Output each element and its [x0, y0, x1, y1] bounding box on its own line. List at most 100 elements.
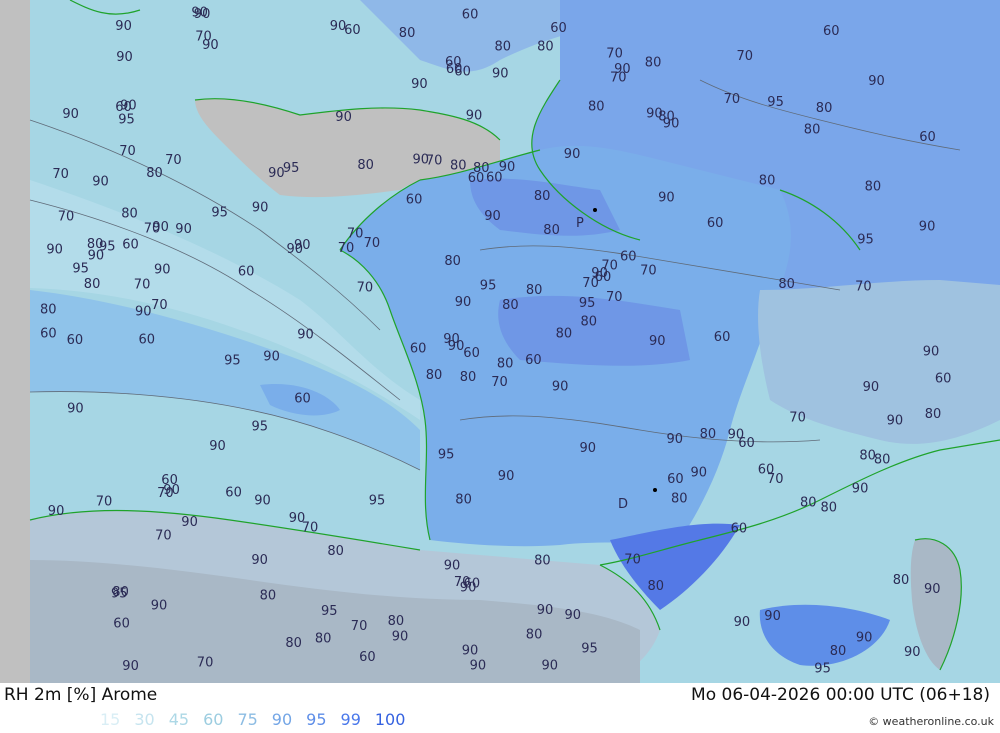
contour-label: 60 — [707, 216, 724, 231]
contour-label: 80 — [526, 283, 543, 298]
map-title: RH 2m [%] Arome — [4, 685, 158, 705]
contour-label: 80 — [285, 636, 302, 651]
contour-label: 60 — [446, 62, 463, 77]
contour-label: 80 — [399, 26, 416, 41]
contour-label: 90 — [470, 659, 487, 674]
contour-label: 80 — [497, 357, 514, 372]
contour-label: 90 — [565, 608, 582, 623]
contour-label: 90 — [663, 116, 680, 131]
contour-label: 95 — [579, 296, 596, 311]
contour-label: 90 — [297, 327, 314, 342]
contour-label: 90 — [852, 481, 869, 496]
contour-label: 60 — [161, 473, 178, 488]
contour-label: 80 — [648, 579, 665, 594]
contour-label: 80 — [556, 327, 573, 342]
contour-label: 80 — [816, 101, 833, 116]
contour-label: 80 — [534, 189, 551, 204]
legend-value: 60 — [203, 710, 224, 729]
contour-label: 90 — [537, 603, 554, 618]
contour-label: 90 — [466, 108, 483, 123]
contour-label: 90 — [462, 643, 479, 658]
contour-label: 90 — [181, 515, 198, 530]
contour-label: 95 — [111, 587, 128, 602]
contour-label: 95 — [72, 262, 89, 277]
contour-label: 80 — [450, 159, 467, 174]
contour-label: 90 — [455, 295, 472, 310]
contour-label: 90 — [863, 380, 880, 395]
contour-label: 60 — [620, 250, 637, 265]
contour-label: 90 — [924, 582, 941, 597]
contour-label: 90 — [209, 439, 226, 454]
contour-label: 70 — [601, 259, 618, 274]
contour-label: 70 — [737, 49, 754, 64]
contour-label: 80 — [671, 492, 688, 507]
contour-label: 60 — [40, 327, 57, 342]
contour-label: 95 — [283, 161, 300, 176]
contour-label: 90 — [919, 220, 936, 235]
contour-label: 80 — [315, 631, 332, 646]
contour-label: 80 — [357, 158, 374, 173]
contour-label: 60 — [731, 521, 748, 536]
contour-label: 95 — [767, 95, 784, 110]
contour-label: 60 — [935, 371, 952, 386]
rh-map: P D 708090807070809080809090706080907080… — [0, 0, 1000, 683]
contour-label: 60 — [406, 192, 423, 207]
contour-label: 90 — [646, 107, 663, 122]
contour-label: 90 — [498, 469, 515, 484]
contour-label: 80 — [455, 493, 472, 508]
contour-label: 80 — [759, 174, 776, 189]
contour-label: 70 — [606, 47, 623, 62]
contour-label: 90 — [728, 428, 745, 443]
contour-label: 90 — [667, 432, 684, 447]
contour-label: 70 — [195, 30, 212, 45]
contour-label: 90 — [444, 558, 461, 573]
contour-label: 90 — [67, 401, 84, 416]
contour-label: 90 — [542, 658, 559, 673]
contour-label: 60 — [463, 346, 480, 361]
contour-label: 90 — [62, 107, 79, 122]
legend-value: 99 — [340, 710, 361, 729]
contour-label: 60 — [294, 391, 311, 406]
contour-label: 90 — [175, 222, 192, 237]
contour-label: 60 — [139, 333, 156, 348]
contour-label: 90 — [552, 379, 569, 394]
contour-label: 90 — [580, 441, 597, 456]
contour-label: 70 — [491, 375, 508, 390]
contour-label: 90 — [335, 110, 352, 125]
map-viewer: P D 70 80 90 80 70 70 80 90 80 80 90 90 70 60 80 90 70 80… — [0, 0, 1000, 733]
contour-label: 90 — [154, 263, 171, 278]
contour-label: 90 — [294, 238, 311, 253]
contour-label: 80 — [40, 302, 57, 317]
contour-label: 80 — [444, 254, 461, 269]
legend-value: 90 — [271, 710, 293, 729]
contour-label: 70 — [52, 167, 69, 182]
contour-label: 70 — [364, 236, 381, 251]
contour-label: 80 — [495, 39, 512, 54]
contour-label: 90 — [122, 659, 139, 674]
contour-label: 95 — [438, 448, 455, 463]
contour-label: 60 — [115, 100, 132, 115]
contour-label: 70 — [151, 298, 168, 313]
contour-label: 80 — [260, 589, 277, 604]
contour-label: 95 — [321, 604, 338, 619]
contour-label: 80 — [588, 100, 605, 115]
contour-label: 60 — [462, 7, 479, 22]
contour-label: 70 — [347, 227, 364, 242]
contour-label: 90 — [251, 553, 268, 568]
contour-label: 80 — [146, 166, 163, 181]
contour-label: 70 — [610, 71, 627, 86]
contour-label: 80 — [865, 180, 882, 195]
contour-label: 60 — [550, 21, 567, 36]
contour-label: 70 — [155, 529, 172, 544]
contour-label: 80 — [859, 449, 876, 464]
contour-label: 90 — [887, 414, 904, 429]
contour-label: 90 — [658, 190, 675, 205]
contour-label: 80 — [778, 277, 795, 292]
credit-link[interactable]: © weatheronline.co.uk — [868, 715, 994, 728]
contour-label: 80 — [121, 207, 138, 222]
contour-label: 60 — [67, 333, 84, 348]
contour-label: 60 — [714, 330, 731, 345]
contour-label: 90 — [135, 304, 152, 319]
svg-text:D: D — [618, 497, 628, 512]
legend-value: 100 — [374, 710, 406, 729]
